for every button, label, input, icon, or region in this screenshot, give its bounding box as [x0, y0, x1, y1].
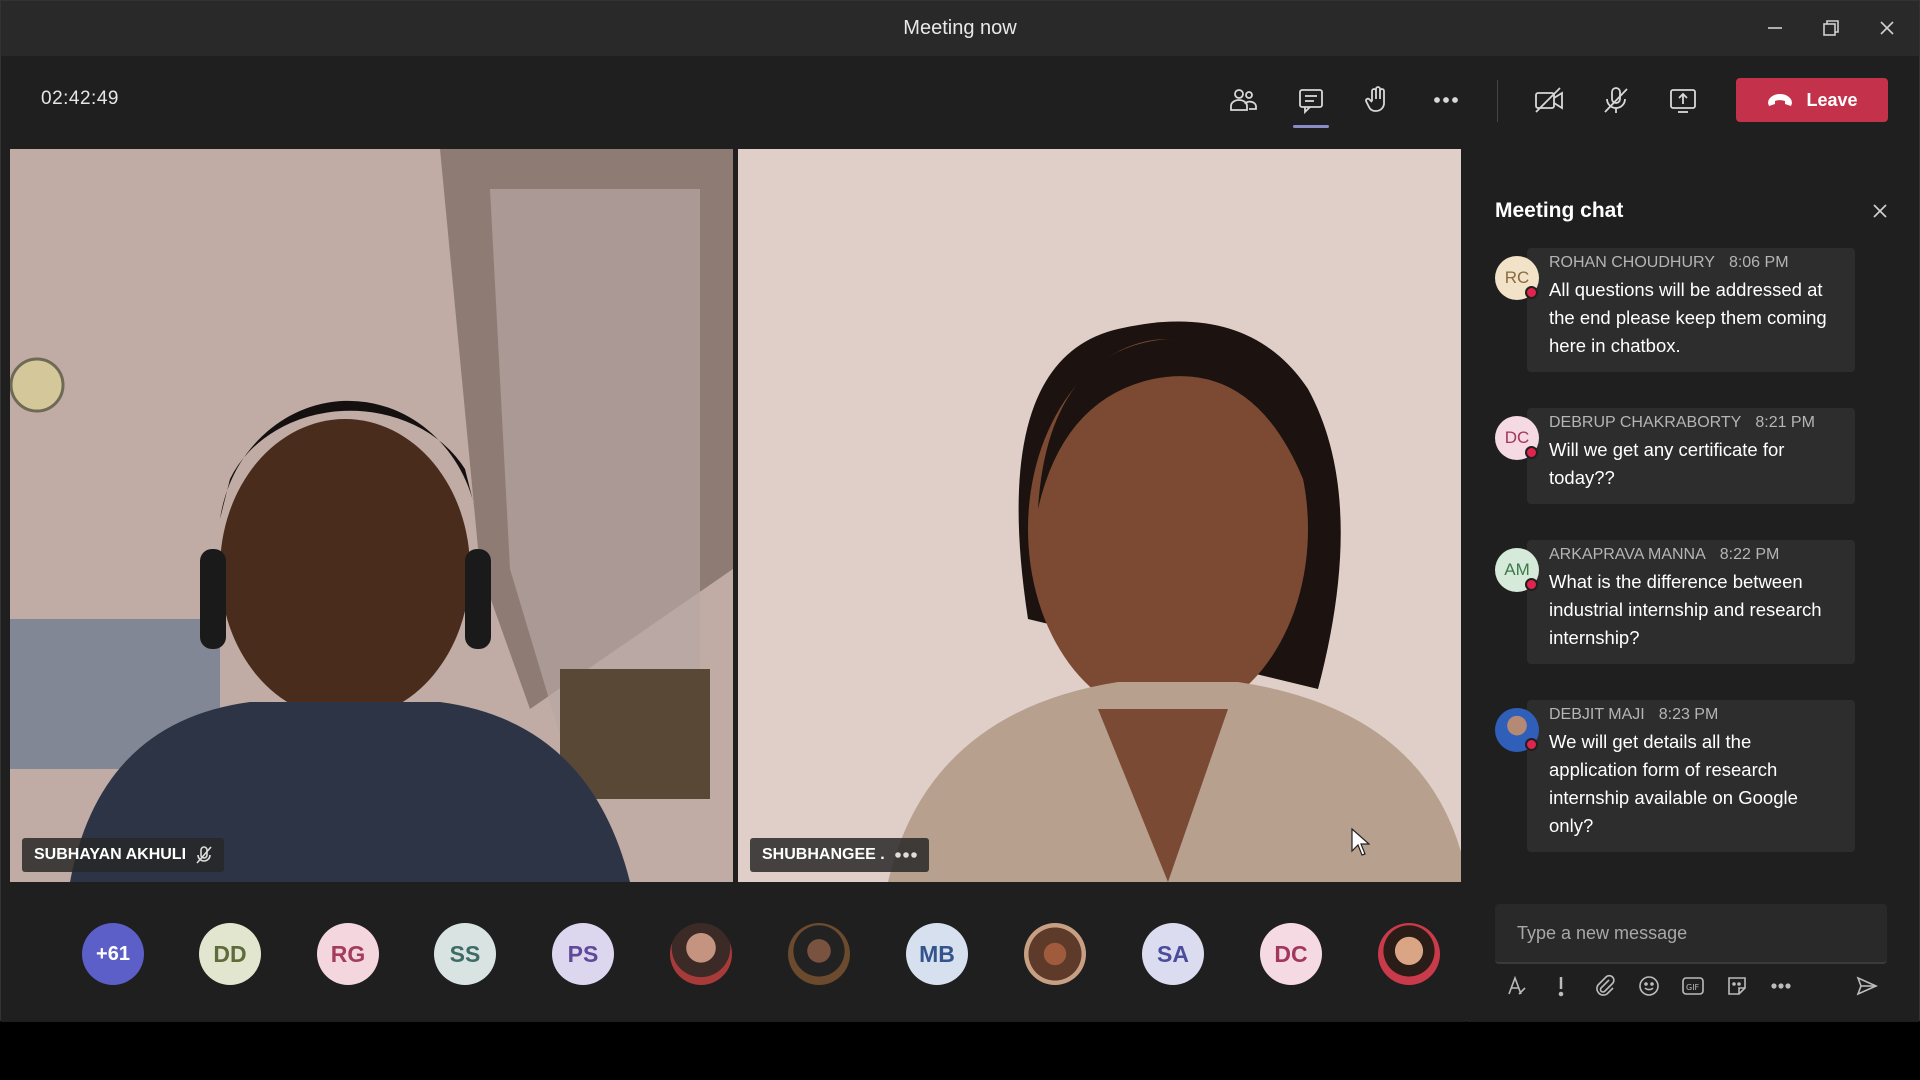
gif-icon: GIF — [1682, 977, 1704, 995]
mic-toggle-button[interactable] — [1596, 80, 1636, 120]
mouse-cursor-icon — [1351, 827, 1370, 856]
important-button[interactable] — [1547, 972, 1575, 1000]
participant-photo-avatar[interactable] — [788, 923, 850, 985]
participants-button[interactable] — [1223, 80, 1263, 120]
mic-off-icon — [1604, 87, 1628, 113]
more-options-icon — [1771, 983, 1791, 989]
video-feed — [10, 149, 733, 882]
video-feed — [738, 149, 1461, 882]
raise-hand-button[interactable] — [1357, 80, 1397, 120]
leave-button[interactable]: Leave — [1736, 78, 1888, 122]
participant-avatar[interactable]: DC — [1260, 923, 1322, 985]
participant-strip: +61 DD RG SS PS MB SA DC — [1, 883, 1466, 1022]
message-text: We will get details all the application … — [1549, 731, 1798, 836]
message-bubble: ARKAPRAVA MANNA 8:22 PM What is the diffe… — [1527, 540, 1855, 664]
exclamation-icon — [1558, 977, 1564, 997]
message-bubble: ROHAN CHOUDHURY 8:06 PM All questions wil… — [1527, 248, 1855, 372]
emoji-button[interactable] — [1635, 972, 1663, 1000]
close-chat-button[interactable] — [1865, 196, 1895, 226]
close-window-button[interactable] — [1869, 13, 1905, 43]
message-sender: ROHAN CHOUDHURY — [1549, 254, 1715, 271]
phone-hangup-icon — [1768, 94, 1793, 106]
participant-avatar[interactable]: RG — [317, 923, 379, 985]
participant-name: SHUBHANGEE . — [762, 846, 885, 863]
message-time: 8:21 PM — [1755, 414, 1815, 431]
more-options-button[interactable] — [1426, 80, 1466, 120]
camera-off-icon — [1535, 87, 1563, 113]
more-dots-icon[interactable] — [894, 850, 917, 860]
more-options-icon — [1434, 97, 1458, 103]
close-icon — [1880, 21, 1894, 35]
camera-toggle-button[interactable] — [1529, 80, 1569, 120]
restore-button[interactable] — [1813, 13, 1849, 43]
participant-name: SUBHAYAN AKHULI — [34, 846, 187, 863]
status-badge — [1525, 578, 1538, 591]
message-time: 8:06 PM — [1728, 254, 1789, 271]
video-tile-subhayan[interactable]: SUBHAYAN AKHULI — [10, 149, 733, 882]
participant-avatar[interactable]: MB — [906, 923, 968, 985]
sticker-button[interactable] — [1723, 972, 1751, 1000]
svg-text:GIF: GIF — [1686, 983, 1700, 992]
message-sender: ARKAPRAVA MANNA — [1549, 546, 1706, 563]
message-text: What is the difference between industria… — [1549, 571, 1822, 648]
meeting-chat-panel: Meeting chat ROHAN CHOUDHURY 8:06 PM All … — [1467, 144, 1919, 1022]
send-button[interactable] — [1853, 972, 1881, 1000]
format-icon — [1508, 975, 1526, 995]
toolbar-divider — [1497, 80, 1498, 122]
format-button[interactable] — [1503, 972, 1531, 1000]
leave-label: Leave — [1806, 89, 1858, 110]
meeting-toolbar: 02:42:49 Leave — [1, 56, 1919, 144]
send-icon — [1856, 976, 1878, 996]
meeting-timer: 02:42:49 — [41, 88, 119, 109]
chat-icon — [1299, 89, 1323, 115]
sticker-icon — [1728, 977, 1746, 995]
more-compose-options-button[interactable] — [1767, 972, 1795, 1000]
minimize-icon — [1768, 27, 1782, 29]
share-screen-button[interactable] — [1663, 80, 1703, 120]
message-sender: DEBRUP CHAKRABORTY — [1549, 414, 1742, 431]
participants-icon — [1230, 89, 1257, 111]
title-bar: Meeting now — [1, 1, 1919, 56]
emoji-icon — [1639, 976, 1659, 996]
message-time: 8:23 PM — [1658, 706, 1719, 723]
message-text: All questions will be addressed at the e… — [1549, 279, 1827, 356]
teams-meeting-window: Meeting now 02:42:49 Leave SUBHAYAN AKHU… — [0, 0, 1920, 1022]
message-composer — [1495, 904, 1887, 964]
message-time: 8:22 PM — [1719, 546, 1780, 563]
chat-header: Meeting chat — [1495, 199, 1624, 222]
overflow-participants-button[interactable]: +61 — [82, 923, 144, 985]
paperclip-icon — [1596, 974, 1615, 996]
participant-photo-avatar[interactable] — [670, 923, 732, 985]
participant-photo-avatar[interactable] — [1024, 923, 1086, 985]
restore-icon — [1823, 20, 1839, 36]
participant-name-tag: SUBHAYAN AKHULI — [22, 838, 225, 872]
mic-muted-icon — [196, 846, 212, 864]
status-badge — [1525, 286, 1538, 299]
status-badge — [1525, 738, 1538, 751]
message-bubble: DEBJIT MAJI 8:23 PM We will get details a… — [1527, 700, 1855, 852]
participant-avatar[interactable]: SA — [1142, 923, 1204, 985]
status-badge — [1525, 446, 1538, 459]
participant-photo-avatar[interactable] — [1378, 923, 1440, 985]
message-input[interactable] — [1495, 904, 1887, 962]
window-title: Meeting now — [903, 17, 1017, 39]
chat-button[interactable] — [1291, 80, 1331, 128]
participant-avatar[interactable]: DD — [199, 923, 261, 985]
close-icon — [1873, 204, 1887, 218]
participant-avatar[interactable]: PS — [552, 923, 614, 985]
attach-button[interactable] — [1591, 972, 1619, 1000]
message-sender: DEBJIT MAJI — [1549, 706, 1645, 723]
gif-button[interactable]: GIF — [1679, 972, 1707, 1000]
participant-avatar[interactable]: SS — [434, 923, 496, 985]
message-bubble: DEBRUP CHAKRABORTY 8:21 PM Will we get an… — [1527, 408, 1855, 504]
message-text: Will we get any certificate for today?? — [1549, 439, 1785, 488]
raise-hand-icon — [1365, 86, 1385, 112]
share-screen-icon — [1670, 89, 1696, 113]
video-tile-shubhangee[interactable]: SHUBHANGEE . — [738, 149, 1461, 882]
minimize-button[interactable] — [1757, 13, 1793, 43]
participant-name-tag: SHUBHANGEE . — [750, 838, 929, 872]
